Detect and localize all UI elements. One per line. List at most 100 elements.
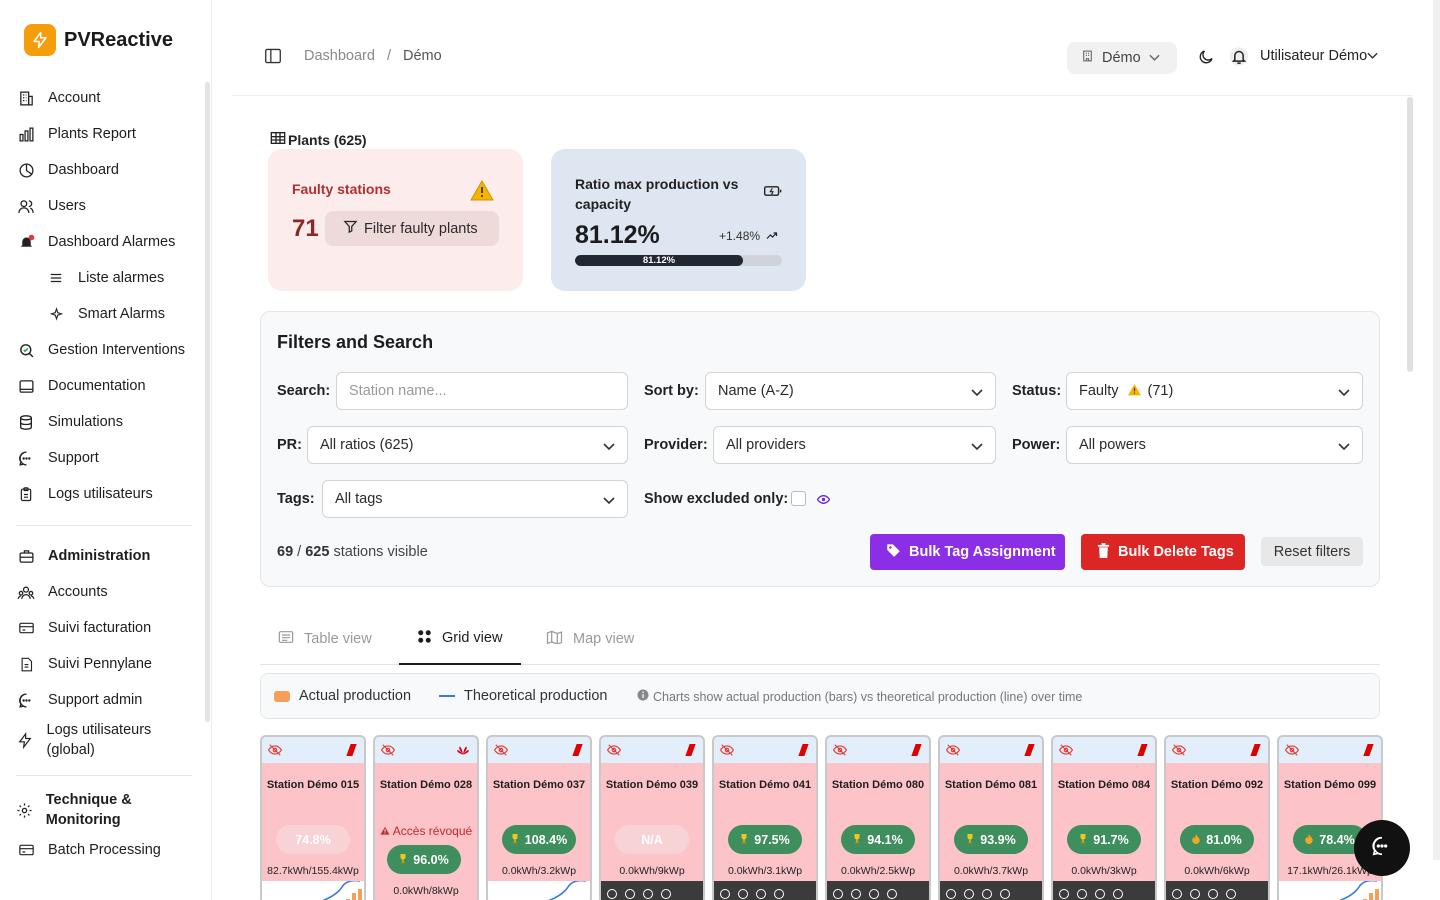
station-card[interactable]: Station Démo 041 97.5% 0.0kWh/3.1kWp xyxy=(712,735,818,900)
check-icon[interactable] xyxy=(661,889,671,899)
eye-off-icon[interactable] xyxy=(493,743,509,761)
app-name: PVReactive xyxy=(64,28,173,51)
help-icon[interactable] xyxy=(869,889,879,899)
chart-line-icon[interactable] xyxy=(946,889,956,899)
sidebar-item-plants-report[interactable]: Plants Report xyxy=(16,116,192,152)
pr-select[interactable]: All ratios (625) xyxy=(307,426,628,464)
sidebar-item-technique-monitoring[interactable]: Technique & Monitoring xyxy=(16,788,192,832)
sidebar-item-support-admin[interactable]: Support admin xyxy=(16,682,192,718)
check-icon[interactable] xyxy=(774,889,784,899)
tab-map-view[interactable]: Map view xyxy=(546,613,634,665)
ratio-card: Ratio max production vs capacity 81.12% … xyxy=(551,149,806,291)
alert-icon[interactable] xyxy=(964,889,974,899)
chevron-down-icon xyxy=(603,493,615,509)
help-icon[interactable] xyxy=(756,889,766,899)
sidebar-item-logs-global[interactable]: Logs utilisateurs (global) xyxy=(16,718,192,762)
eye-off-icon[interactable] xyxy=(1058,743,1074,761)
sidebar-item-suivi-pennylane[interactable]: Suivi Pennylane xyxy=(16,646,192,682)
check-icon[interactable] xyxy=(1226,889,1236,899)
chart-line-icon[interactable] xyxy=(720,889,730,899)
sidebar-item-suivi-facturation[interactable]: Suivi facturation xyxy=(16,610,192,646)
power-select[interactable]: All powers xyxy=(1066,426,1363,464)
station-card[interactable]: Station Démo 099 78.4% 17.1kWh/26.1kWp xyxy=(1277,735,1383,900)
eye-off-icon[interactable] xyxy=(267,743,283,761)
sidebar-item-simulations[interactable]: Simulations xyxy=(16,404,192,440)
page-scrollbar[interactable] xyxy=(1433,0,1440,860)
chart-line-icon[interactable] xyxy=(1172,889,1182,899)
sidebar-item-label: Logs utilisateurs (global) xyxy=(46,722,152,758)
station-card[interactable]: Station Démo 080 94.1% 0.0kWh/2.5kWp xyxy=(825,735,931,900)
search-check-icon xyxy=(16,340,36,360)
station-card[interactable]: Station Démo 037 108.4% 0.0kWh/3.2kWp xyxy=(486,735,592,900)
sidebar-item-logs-utilisateurs[interactable]: Logs utilisateurs xyxy=(16,476,192,512)
sidebar-scrollbar[interactable] xyxy=(205,82,210,722)
notification-bell-icon[interactable] xyxy=(1229,46,1249,72)
eye-off-icon[interactable] xyxy=(945,743,961,761)
sidebar-item-users[interactable]: Users xyxy=(16,188,192,224)
main-scrollbar[interactable] xyxy=(1407,97,1413,372)
sidebar-item-administration[interactable]: Administration xyxy=(16,538,192,574)
show-excluded-checkbox[interactable] xyxy=(791,491,806,506)
trophy-icon xyxy=(511,833,519,847)
check-icon[interactable] xyxy=(1113,889,1123,899)
alert-icon[interactable] xyxy=(625,889,635,899)
check-icon[interactable] xyxy=(1000,889,1010,899)
reset-filters-button[interactable]: Reset filters xyxy=(1261,537,1363,566)
eye-off-icon[interactable] xyxy=(380,743,396,761)
chart-line-icon[interactable] xyxy=(607,889,617,899)
bulk-tag-assignment-button[interactable]: Bulk Tag Assignment xyxy=(870,534,1065,570)
sidebar-item-documentation[interactable]: Documentation xyxy=(16,368,192,404)
eye-off-icon[interactable] xyxy=(832,743,848,761)
sidebar-toggle-icon[interactable] xyxy=(264,48,282,69)
breadcrumb-dashboard[interactable]: Dashboard xyxy=(304,48,375,64)
sidebar-item-smart-alarms[interactable]: Smart Alarms xyxy=(16,296,192,332)
app-logo[interactable]: PVReactive xyxy=(24,24,173,56)
alert-icon[interactable] xyxy=(738,889,748,899)
sidebar-item-label: Dashboard Alarmes xyxy=(48,234,176,250)
chart-line-icon[interactable] xyxy=(1059,889,1069,899)
tags-select[interactable]: All tags xyxy=(322,480,628,518)
bulk-delete-tags-button[interactable]: Bulk Delete Tags xyxy=(1081,534,1245,570)
station-card[interactable]: Station Démo 092 81.0% 0.0kWh/6kWp xyxy=(1164,735,1270,900)
sidebar-item-support[interactable]: Support xyxy=(16,440,192,476)
chart-line-icon[interactable] xyxy=(833,889,843,899)
sidebar-item-dashboard-alarmes[interactable]: Dashboard Alarmes xyxy=(16,224,192,260)
user-menu[interactable]: Utilisateur Démo xyxy=(1260,48,1378,64)
filter-faulty-plants-button[interactable]: Filter faulty plants xyxy=(325,211,499,246)
sort-select[interactable]: Name (A-Z) xyxy=(705,372,996,410)
sidebar-item-gestion-interventions[interactable]: Gestion Interventions xyxy=(16,332,192,368)
station-card-header xyxy=(601,737,703,763)
tab-grid-view[interactable]: Grid view xyxy=(399,613,521,665)
sidebar-item-dashboard[interactable]: Dashboard xyxy=(16,152,192,188)
help-icon[interactable] xyxy=(1095,889,1105,899)
sidebar-item-account[interactable]: Account xyxy=(16,80,192,116)
station-card[interactable]: Station Démo 084 91.7% 0.0kWh/3kWp xyxy=(1051,735,1157,900)
station-energy: 0.0kWh/2.5kWp xyxy=(840,865,916,877)
alert-icon[interactable] xyxy=(1077,889,1087,899)
help-icon[interactable] xyxy=(1208,889,1218,899)
sidebar-item-batch-processing[interactable]: Batch Processing xyxy=(16,832,192,868)
provider-select[interactable]: All providers xyxy=(713,426,996,464)
help-icon[interactable] xyxy=(643,889,653,899)
status-select[interactable]: Faulty (71) xyxy=(1066,372,1363,410)
alert-icon[interactable] xyxy=(851,889,861,899)
moon-icon[interactable] xyxy=(1197,48,1215,71)
sidebar-item-accounts[interactable]: Accounts xyxy=(16,574,192,610)
eye-off-icon[interactable] xyxy=(606,743,622,761)
eye-off-icon[interactable] xyxy=(1171,743,1187,761)
search-input[interactable]: Station name... xyxy=(336,372,628,410)
station-card[interactable]: Station Démo 081 93.9% 0.0kWh/3.7kWp xyxy=(938,735,1044,900)
help-icon[interactable] xyxy=(982,889,992,899)
check-icon[interactable] xyxy=(887,889,897,899)
chat-button[interactable] xyxy=(1354,820,1410,876)
eye-off-icon[interactable] xyxy=(719,743,735,761)
eye-off-icon[interactable] xyxy=(1284,743,1300,761)
station-card[interactable]: Station Démo 039 N/A 0.0kWh/9kWp xyxy=(599,735,705,900)
alert-icon[interactable] xyxy=(1190,889,1200,899)
sidebar-item-liste-alarmes[interactable]: Liste alarmes xyxy=(16,260,192,296)
station-card[interactable]: Station Démo 015 74.8% 82.7kWh/155.4kWp xyxy=(260,735,366,900)
station-energy: 0.0kWh/3kWp xyxy=(1071,865,1137,877)
station-card[interactable]: Station Démo 028 96.0% Accès révoqué 0.0kWh… xyxy=(373,735,479,900)
tab-table-view[interactable]: Table view xyxy=(278,613,372,665)
account-select[interactable]: Démo xyxy=(1067,42,1177,74)
